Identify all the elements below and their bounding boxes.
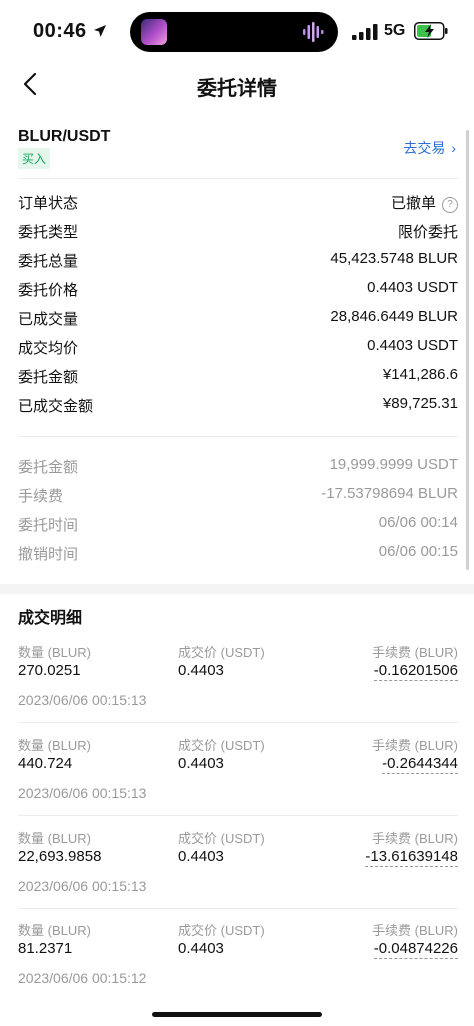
row-value: 28,846.6449 BLUR xyxy=(330,308,458,325)
row-value: 06/06 00:14 xyxy=(378,514,458,531)
pair-symbol: BLUR/USDT xyxy=(18,128,111,145)
row-value: 45,423.5748 BLUR xyxy=(330,250,458,267)
row-value: ¥141,286.6 xyxy=(382,366,458,383)
divider xyxy=(18,722,458,723)
audio-waveform-icon xyxy=(303,22,324,42)
location-arrow-icon xyxy=(94,25,106,37)
row-value: 0.4403 USDT xyxy=(367,337,458,354)
row-value: 06/06 00:15 xyxy=(378,543,458,560)
side-badge: 买入 xyxy=(18,148,51,169)
dynamic-island[interactable] xyxy=(130,12,338,52)
fill-fee[interactable]: -0.2644344 xyxy=(382,755,458,774)
fill-fee[interactable]: -13.61639148 xyxy=(365,848,458,867)
fill-time: 2023/06/06 00:15:13 xyxy=(18,785,147,801)
row-value: 限价委托 xyxy=(397,224,458,241)
fee-row: 手续费 -17.53798694 BLUR xyxy=(18,481,458,509)
chevron-right-icon: › xyxy=(451,140,456,156)
qty-label: 数量 (BLUR) xyxy=(18,738,91,753)
fill-time: 2023/06/06 00:15:13 xyxy=(18,878,147,894)
price-label: 成交价 (USDT) xyxy=(178,645,265,660)
average-price-row: 成交均价 0.4403 USDT xyxy=(18,333,458,361)
fee-label: 手续费 (BLUR) xyxy=(372,923,458,938)
row-value: ¥89,725.31 xyxy=(382,395,458,412)
row-label: 委托价格 xyxy=(18,282,79,299)
fill-price: 0.4403 xyxy=(178,940,224,957)
price-label: 成交价 (USDT) xyxy=(178,831,265,846)
help-icon[interactable]: ? xyxy=(442,197,458,213)
order-status-row: 订单状态 已撤单? xyxy=(18,188,458,216)
row-value: 19,999.9999 USDT xyxy=(329,456,458,473)
row-value: 已撤单? xyxy=(391,192,458,213)
divider xyxy=(18,815,458,816)
fee-label: 手续费 (BLUR) xyxy=(372,738,458,753)
filled-amount-row: 已成交量 28,846.6449 BLUR xyxy=(18,304,458,332)
cancel-time-row: 撤销时间 06/06 00:15 xyxy=(18,539,458,567)
price-label: 成交价 (USDT) xyxy=(178,923,265,938)
row-label: 委托时间 xyxy=(18,517,79,534)
row-label: 委托金额 xyxy=(18,459,79,476)
fill-item: 数量 (BLUR) 成交价 (USDT) 手续费 (BLUR) 81.2371 … xyxy=(18,920,458,1012)
fill-price: 0.4403 xyxy=(178,662,224,679)
fill-qty: 22,693.9858 xyxy=(18,848,102,865)
row-label: 已成交金额 xyxy=(18,398,94,415)
qty-label: 数量 (BLUR) xyxy=(18,923,91,938)
order-time-row: 委托时间 06/06 00:14 xyxy=(18,510,458,538)
section-separator xyxy=(0,584,474,594)
pair-header: BLUR/USDT 买入 去交易 › xyxy=(18,128,458,178)
divider xyxy=(18,178,458,179)
fill-qty: 440.724 xyxy=(18,755,73,772)
row-label: 成交均价 xyxy=(18,340,79,357)
go-trade-link[interactable]: 去交易 › xyxy=(403,138,456,158)
fill-item: 数量 (BLUR) 成交价 (USDT) 手续费 (BLUR) 270.0251… xyxy=(18,642,458,734)
status-bar: 00:46 5G xyxy=(0,0,474,62)
row-value: 0.4403 USDT xyxy=(367,279,458,296)
divider xyxy=(18,436,458,437)
fill-fee[interactable]: -0.04874226 xyxy=(373,940,458,959)
scrollbar[interactable] xyxy=(466,130,469,570)
fills-section-title: 成交明细 xyxy=(18,610,83,627)
row-label: 委托类型 xyxy=(18,224,79,241)
fill-qty: 81.2371 xyxy=(18,940,73,957)
network-type: 5G xyxy=(384,22,406,39)
fill-qty: 270.0251 xyxy=(18,662,81,679)
order-status-value: 已撤单 xyxy=(390,195,436,212)
fee-label: 手续费 (BLUR) xyxy=(372,645,458,660)
fill-time: 2023/06/06 00:15:12 xyxy=(18,970,147,986)
row-label: 手续费 xyxy=(18,488,64,505)
fill-item: 数量 (BLUR) 成交价 (USDT) 手续费 (BLUR) 440.724 … xyxy=(18,735,458,827)
row-label: 委托金额 xyxy=(18,369,79,386)
fill-price: 0.4403 xyxy=(178,848,224,865)
fill-price: 0.4403 xyxy=(178,755,224,772)
home-indicator[interactable] xyxy=(152,1012,322,1017)
nav-bar: 委托详情 xyxy=(0,62,474,106)
order-total-usdt-row: 委托金额 19,999.9999 USDT xyxy=(18,452,458,480)
order-amount-row: 委托总量 45,423.5748 BLUR xyxy=(18,246,458,274)
status-time: 00:46 xyxy=(33,20,87,42)
fee-label: 手续费 (BLUR) xyxy=(372,831,458,846)
fill-item: 数量 (BLUR) 成交价 (USDT) 手续费 (BLUR) 22,693.9… xyxy=(18,828,458,920)
battery-charging-icon xyxy=(414,22,448,40)
order-type-row: 委托类型 限价委托 xyxy=(18,217,458,245)
row-label: 委托总量 xyxy=(18,253,79,270)
divider xyxy=(18,908,458,909)
now-playing-artwork xyxy=(141,19,167,45)
filled-value-row: 已成交金额 ¥89,725.31 xyxy=(18,391,458,419)
row-label: 订单状态 xyxy=(18,195,79,212)
row-label: 撤销时间 xyxy=(18,546,79,563)
signal-icon xyxy=(352,24,378,40)
qty-label: 数量 (BLUR) xyxy=(18,831,91,846)
fill-fee[interactable]: -0.16201506 xyxy=(373,662,458,681)
page-title: 委托详情 xyxy=(197,78,277,100)
row-value: -17.53798694 BLUR xyxy=(321,485,458,502)
go-trade-label: 去交易 xyxy=(403,140,446,156)
row-label: 已成交量 xyxy=(18,311,79,328)
price-label: 成交价 (USDT) xyxy=(178,738,265,753)
fill-time: 2023/06/06 00:15:13 xyxy=(18,692,147,708)
order-price-row: 委托价格 0.4403 USDT xyxy=(18,275,458,303)
order-value-row: 委托金额 ¥141,286.6 xyxy=(18,362,458,390)
qty-label: 数量 (BLUR) xyxy=(18,645,91,660)
